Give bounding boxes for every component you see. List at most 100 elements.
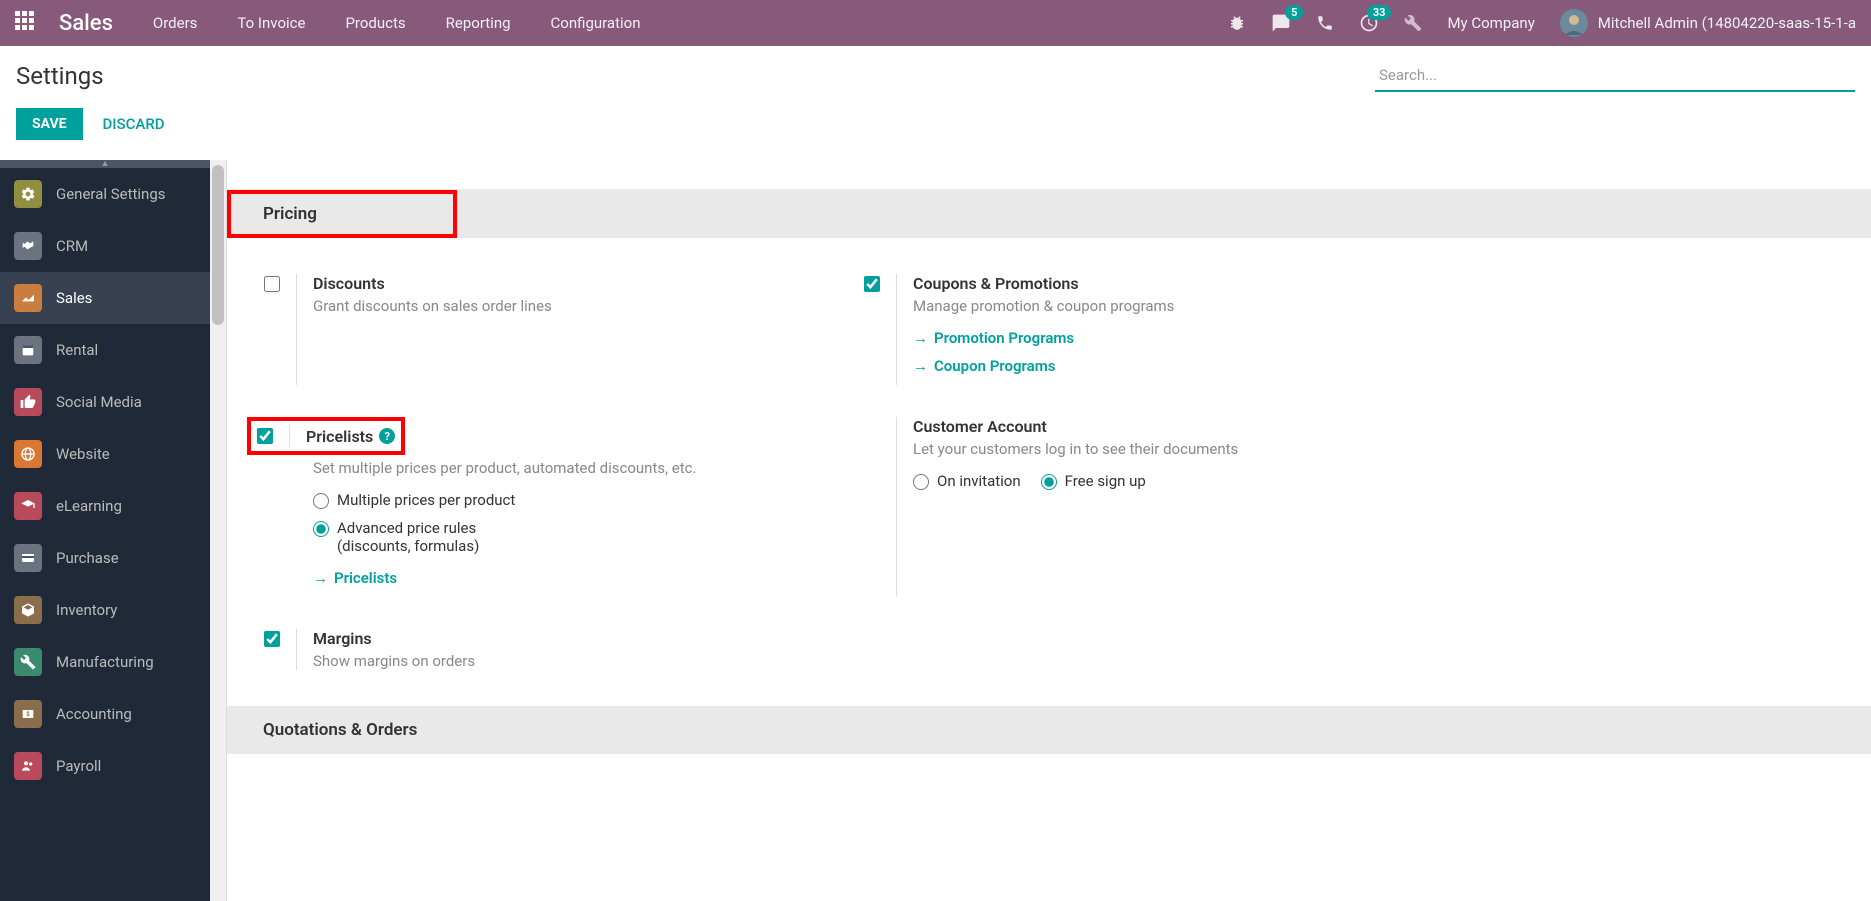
sidebar-item-label: General Settings [56, 185, 166, 203]
arrow-icon: → [313, 569, 328, 587]
sidebar-item-social-media[interactable]: Social Media [0, 376, 210, 428]
help-icon[interactable]: ? [379, 428, 395, 444]
sidebar-item-website[interactable]: Website [0, 428, 210, 480]
sidebar-item-rental[interactable]: Rental [0, 324, 210, 376]
setting-desc: Let your customers log in to see their d… [913, 440, 1447, 458]
sidebar-item-label: Inventory [56, 601, 117, 619]
setting-desc: Set multiple prices per product, automat… [313, 459, 847, 477]
setting-title: Discounts [313, 274, 847, 293]
sidebar-item-manufacturing[interactable]: Manufacturing [0, 636, 210, 688]
setting-coupons: Coupons & Promotions Manage promotion & … [847, 258, 1447, 401]
sidebar-item-payroll[interactable]: Payroll [0, 740, 210, 792]
settings-content: Pricing Discounts Grant discounts on sal… [226, 160, 1871, 901]
menu-to-invoice[interactable]: To Invoice [237, 14, 305, 32]
setting-title: Pricelists [306, 427, 373, 446]
debug-icon[interactable] [1228, 14, 1246, 32]
pricelists-link[interactable]: →Pricelists [313, 569, 847, 587]
menu-orders[interactable]: Orders [153, 14, 198, 32]
section-quotations: Quotations & Orders [227, 706, 1871, 754]
setting-desc: Show margins on orders [313, 652, 847, 670]
setting-discounts: Discounts Grant discounts on sales order… [247, 258, 847, 401]
sidebar-item-accounting[interactable]: $ Accounting [0, 688, 210, 740]
credit-card-icon [14, 544, 42, 572]
setting-margins: Margins Show margins on orders [247, 613, 847, 686]
settings-sidebar: ▲ General Settings CRM Sales Rental Soci… [0, 160, 210, 901]
sidebar-item-label: Accounting [56, 705, 132, 723]
search-input[interactable] [1375, 60, 1855, 92]
money-icon: $ [14, 700, 42, 728]
globe-icon [14, 440, 42, 468]
messages-icon[interactable]: 5 [1271, 13, 1291, 33]
sidebar-item-crm[interactable]: CRM [0, 220, 210, 272]
save-button[interactable]: SAVE [16, 108, 83, 140]
sidebar-item-label: Manufacturing [56, 653, 154, 671]
apps-icon[interactable] [15, 11, 39, 35]
action-bar: SAVE DISCARD [0, 100, 1871, 160]
company-selector[interactable]: My Company [1447, 14, 1534, 32]
pricelists-checkbox[interactable] [257, 428, 273, 444]
handshake-icon [14, 232, 42, 260]
sidebar-item-label: Purchase [56, 549, 119, 567]
box-icon [14, 596, 42, 624]
sidebar-item-purchase[interactable]: Purchase [0, 532, 210, 584]
activity-icon[interactable]: 33 [1359, 13, 1379, 33]
page-title: Settings [16, 62, 104, 90]
avatar [1560, 9, 1588, 37]
coupons-checkbox[interactable] [864, 276, 880, 292]
margins-checkbox[interactable] [264, 631, 280, 647]
subheader: Settings [0, 46, 1871, 100]
radio-advanced-rules[interactable]: Advanced price rules(discounts, formulas… [313, 519, 847, 555]
sidebar-item-label: eLearning [56, 497, 122, 515]
sidebar-scrollbar[interactable] [210, 160, 226, 901]
sidebar-item-elearning[interactable]: eLearning [0, 480, 210, 532]
sidebar-item-label: CRM [56, 237, 88, 255]
section-pricing: Pricing [227, 190, 457, 238]
menu-products[interactable]: Products [345, 14, 405, 32]
people-icon [14, 752, 42, 780]
chart-icon [14, 284, 42, 312]
wrench-icon [14, 648, 42, 676]
promotion-programs-link[interactable]: →Promotion Programs [913, 329, 1447, 347]
coupon-programs-link[interactable]: →Coupon Programs [913, 357, 1447, 375]
radio-free-signup[interactable]: Free sign up [1041, 472, 1146, 490]
setting-title: Coupons & Promotions [913, 274, 1447, 293]
sidebar-scroll-up[interactable]: ▲ [0, 160, 210, 168]
sidebar-item-label: Social Media [56, 393, 142, 411]
sidebar-item-label: Payroll [56, 757, 101, 775]
setting-desc: Grant discounts on sales order lines [313, 297, 847, 315]
setting-customer-account: Customer Account Let your customers log … [847, 401, 1447, 613]
menu-configuration[interactable]: Configuration [551, 14, 641, 32]
phone-icon[interactable] [1316, 14, 1334, 32]
setting-title: Customer Account [913, 417, 1447, 436]
sidebar-item-sales[interactable]: Sales [0, 272, 210, 324]
app-title[interactable]: Sales [59, 11, 113, 36]
tools-icon[interactable] [1404, 14, 1422, 32]
user-menu[interactable]: Mitchell Admin (14804220-saas-15-1-a [1560, 9, 1856, 37]
topbar: Sales Orders To Invoice Products Reporti… [0, 0, 1871, 46]
activity-badge: 33 [1367, 5, 1392, 20]
main: ▲ General Settings CRM Sales Rental Soci… [0, 160, 1871, 901]
arrow-icon: → [913, 357, 928, 375]
svg-text:$: $ [26, 711, 30, 718]
setting-pricelists: Pricelists ? Set multiple prices per pro… [247, 401, 847, 613]
user-name: Mitchell Admin (14804220-saas-15-1-a [1598, 14, 1856, 32]
graduation-icon [14, 492, 42, 520]
sidebar-item-label: Rental [56, 341, 98, 359]
setting-desc: Manage promotion & coupon programs [913, 297, 1447, 315]
sidebar-item-inventory[interactable]: Inventory [0, 584, 210, 636]
discard-button[interactable]: DISCARD [103, 115, 165, 133]
arrow-icon: → [913, 329, 928, 347]
radio-multiple-prices[interactable]: Multiple prices per product [313, 491, 847, 509]
messages-badge: 5 [1285, 5, 1303, 20]
radio-on-invitation[interactable]: On invitation [913, 472, 1021, 490]
scrollbar-thumb[interactable] [212, 165, 224, 325]
setting-title: Margins [313, 629, 847, 648]
menu-reporting[interactable]: Reporting [446, 14, 511, 32]
discounts-checkbox[interactable] [264, 276, 280, 292]
sidebar-item-general-settings[interactable]: General Settings [0, 168, 210, 220]
sidebar-item-label: Website [56, 445, 110, 463]
sidebar-item-label: Sales [56, 289, 92, 307]
thumbs-up-icon [14, 388, 42, 416]
gear-icon [14, 180, 42, 208]
pricelists-highlight: Pricelists ? [247, 417, 405, 455]
